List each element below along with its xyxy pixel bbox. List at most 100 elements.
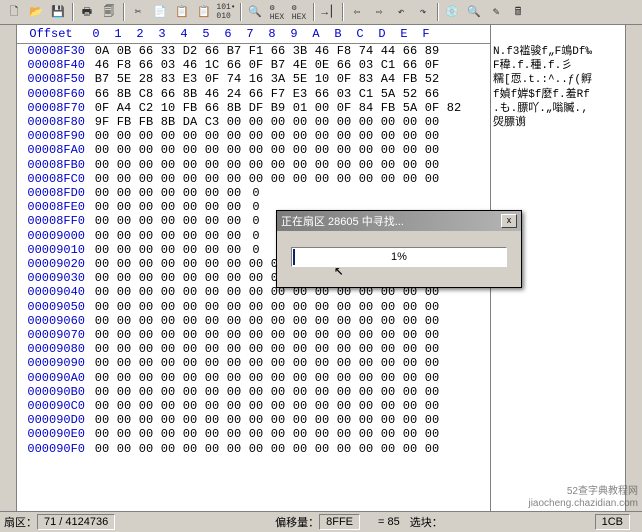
cd-icon[interactable]: 🔍 [464, 2, 484, 22]
offset-cell: 00008F90 [17, 129, 91, 143]
hex-row[interactable]: 0000908000000000000000000000000000000000 [17, 342, 490, 356]
props-icon[interactable]: 🗐 [99, 2, 119, 22]
hex-bytes[interactable]: 00000000000000000000000000000000 [91, 328, 443, 342]
hex-bytes[interactable]: 000000000000000 [91, 186, 267, 200]
col-header: 4 [173, 27, 195, 41]
print-icon[interactable]: 🖶 [77, 2, 97, 22]
offset-header: Offset [17, 27, 85, 41]
hex-row[interactable]: 00008F700FA4C210FB668BDFB901000F84FB5A0F… [17, 101, 490, 115]
undo-icon[interactable]: ↶ [391, 2, 411, 22]
hex-header: Offset 0123456789ABCDEF [17, 25, 490, 44]
hex-bytes[interactable]: 000000000000000 [91, 200, 267, 214]
col-header: D [371, 27, 393, 41]
ascii-line: 糯[恧.t.:^..ƒ(孵 [493, 73, 623, 87]
hex2-icon[interactable]: ⚙HEX [289, 2, 309, 22]
paste-icon[interactable]: 📋 [172, 2, 192, 22]
col-header: 5 [195, 27, 217, 41]
hex-bytes[interactable]: B75E2883E30F74163A5E100F83A4FB52 [91, 72, 443, 86]
eq-value: = 85 [378, 516, 400, 528]
hex-bytes[interactable]: 46F86603461C660FB74E0E6603C1660F [91, 58, 443, 72]
calc-icon[interactable]: 🖩 [508, 2, 528, 22]
col-header: 0 [85, 27, 107, 41]
hex-bytes[interactable]: 668BC8668B462466F7E36603C15A5266 [91, 87, 443, 101]
hex-bytes[interactable]: 9FFBFB8BDAC300000000000000000000 [91, 115, 443, 129]
hex-row[interactable]: 00008F300A0B6633D266B7F1663B46F874446689 [17, 44, 490, 58]
hex-row[interactable]: 0000905000000000000000000000000000000000 [17, 300, 490, 314]
offset-cell: 00009020 [17, 257, 91, 271]
hex-bytes[interactable]: 000000000000000 [91, 243, 267, 257]
hex-bytes[interactable]: 00000000000000000000000000000000 [91, 342, 443, 356]
hex-bytes[interactable]: 00000000000000000000000000000000 [91, 158, 443, 172]
hex-bytes[interactable]: 00000000000000000000000000000000 [91, 442, 443, 456]
scrollbar-right[interactable] [625, 25, 642, 511]
back-icon[interactable]: ⇦ [347, 2, 367, 22]
find-icon[interactable]: 🔍 [245, 2, 265, 22]
hex-row[interactable]: 00008F4046F86603461C660FB74E0E6603C1660F [17, 58, 490, 72]
new-icon[interactable]: 🗋 [4, 2, 24, 22]
col-header: 7 [239, 27, 261, 41]
hex-bytes[interactable]: 00000000000000000000000000000000 [91, 356, 443, 370]
hex-row[interactable]: 0000907000000000000000000000000000000000 [17, 328, 490, 342]
disk-icon[interactable]: 💿 [442, 2, 462, 22]
offset-cell: 000090D0 [17, 413, 91, 427]
hex-row[interactable]: 00008FA000000000000000000000000000000000 [17, 143, 490, 157]
hex-row[interactable]: 0000909000000000000000000000000000000000 [17, 356, 490, 370]
offset-cell: 00009060 [17, 314, 91, 328]
hex-bytes[interactable]: 000000000000000 [91, 214, 267, 228]
hex-row[interactable]: 00008F809FFBFB8BDAC300000000000000000000 [17, 115, 490, 129]
hex-row[interactable]: 000090E000000000000000000000000000000000 [17, 427, 490, 441]
hex-row[interactable]: 00008F50B75E2883E30F74163A5E100F83A4FB52 [17, 72, 490, 86]
hex-bytes[interactable]: 00000000000000000000000000000000 [91, 427, 443, 441]
paste2-icon[interactable]: 📋 [194, 2, 214, 22]
col-header: 8 [261, 27, 283, 41]
hex-row[interactable]: 000090D000000000000000000000000000000000 [17, 413, 490, 427]
offset-cell: 00008F40 [17, 58, 91, 72]
forward-icon[interactable]: ⇨ [369, 2, 389, 22]
hex-row[interactable]: 00008F60668BC8668B462466F7E36603C15A5266 [17, 87, 490, 101]
offset-cell: 00008FC0 [17, 172, 91, 186]
ascii-line: f媜f婩$f麼f.羞Rf [493, 88, 623, 102]
hex-bytes[interactable]: 00000000000000000000000000000000 [91, 314, 443, 328]
hex-bytes[interactable]: 00000000000000000000000000000000 [91, 371, 443, 385]
hex-row[interactable]: 000090A000000000000000000000000000000000 [17, 371, 490, 385]
hex-row[interactable]: 000090B000000000000000000000000000000000 [17, 385, 490, 399]
goto-icon[interactable]: →⎮ [318, 2, 338, 22]
hex-row[interactable]: 000090C000000000000000000000000000000000 [17, 399, 490, 413]
hex-bytes[interactable]: 00000000000000000000000000000000 [91, 413, 443, 427]
col-header: 9 [283, 27, 305, 41]
save-icon[interactable]: 💾 [48, 2, 68, 22]
offset-cell: 00008FD0 [17, 186, 91, 200]
offset-cell: 000090F0 [17, 442, 91, 456]
tool-icon[interactable]: ✎ [486, 2, 506, 22]
ascii-line: N.f3褴骏f„F鴗Df‰ [493, 45, 623, 59]
offset-cell: 00008FB0 [17, 158, 91, 172]
hex-bytes[interactable]: 0FA4C210FB668BDFB901000F84FB5A0F82 [91, 101, 465, 115]
cut-icon[interactable]: ✂ [128, 2, 148, 22]
binary-icon[interactable]: 101•010 [216, 2, 236, 22]
close-icon[interactable]: x [501, 214, 517, 228]
copy-icon[interactable]: 📄 [150, 2, 170, 22]
ascii-line: 焈膘谫 [493, 116, 623, 130]
dialog-titlebar[interactable]: 正在扇区 28605 中寻找... x [277, 211, 521, 231]
redo-icon[interactable]: ↷ [413, 2, 433, 22]
hex-bytes[interactable]: 0A0B6633D266B7F1663B46F874446689 [91, 44, 443, 58]
hex-row[interactable]: 00008FC000000000000000000000000000000000 [17, 172, 490, 186]
open-icon[interactable]: 📂 [26, 2, 46, 22]
scrollbar-left[interactable] [0, 25, 17, 511]
offset-cell: 00008F60 [17, 87, 91, 101]
hex-bytes[interactable]: 00000000000000000000000000000000 [91, 143, 443, 157]
hex-bytes[interactable]: 00000000000000000000000000000000 [91, 399, 443, 413]
hex1-icon[interactable]: ⚙HEX [267, 2, 287, 22]
hex-bytes[interactable]: 00000000000000000000000000000000 [91, 300, 443, 314]
hex-bytes[interactable]: 00000000000000000000000000000000 [91, 385, 443, 399]
hex-row[interactable]: 00008FD0000000000000000 [17, 186, 490, 200]
hex-bytes[interactable]: 000000000000000 [91, 229, 267, 243]
hex-row[interactable]: 000090F000000000000000000000000000000000 [17, 442, 490, 456]
hex-row[interactable]: 0000906000000000000000000000000000000000 [17, 314, 490, 328]
hex-row[interactable]: 00008F9000000000000000000000000000000000 [17, 129, 490, 143]
col-header: B [327, 27, 349, 41]
hex-row[interactable]: 00008FB000000000000000000000000000000000 [17, 158, 490, 172]
hex-bytes[interactable]: 00000000000000000000000000000000 [91, 129, 443, 143]
sector-label: 扇区： [4, 514, 37, 530]
hex-bytes[interactable]: 00000000000000000000000000000000 [91, 172, 443, 186]
